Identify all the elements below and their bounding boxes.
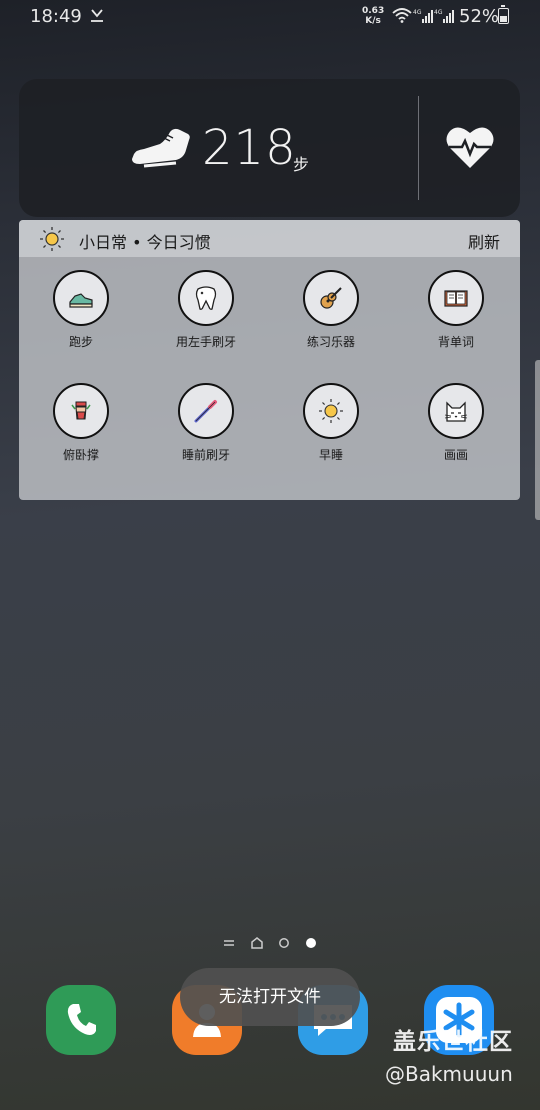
habit-icon-circle	[303, 270, 359, 326]
habit-label: 画画	[443, 448, 468, 462]
watermark-title: 盖乐世社区	[393, 1029, 513, 1055]
status-bar: 18:49 0.63 K/s 4G 4G 52%	[0, 0, 540, 34]
habit-icon-circle	[53, 383, 109, 439]
home-page-icon	[251, 937, 263, 949]
habit-item-left-hand-brush[interactable]: 用左手刷牙	[151, 270, 261, 370]
svg-text:4G: 4G	[434, 9, 443, 16]
habit-icon-circle	[303, 383, 359, 439]
battery-percent: 52%	[459, 6, 500, 27]
signal-icon-2: 4G	[434, 9, 454, 23]
step-unit: 步	[293, 155, 310, 174]
wifi-icon	[392, 8, 412, 23]
signal-icon: 4G	[413, 9, 433, 23]
habit-item-vocabulary[interactable]: 背单词	[401, 270, 511, 370]
guitar-icon	[320, 287, 342, 309]
habit-item-drawing[interactable]: 画画	[401, 383, 511, 483]
habit-icon-circle	[178, 270, 234, 326]
toothbrush-icon	[194, 400, 217, 423]
shoe-icon	[132, 128, 190, 168]
habit-label: 跑步	[68, 335, 93, 349]
daily-habits-widget: 小日常 • 今日习惯 刷新 跑步 用左手刷牙 练习乐器 背单词 俯卧撑 睡前刷牙…	[19, 220, 520, 500]
sun-icon	[319, 399, 343, 423]
pushup-icon	[71, 401, 91, 420]
sun-icon	[40, 227, 64, 251]
habit-item-running[interactable]: 跑步	[26, 270, 136, 370]
habit-item-bedtime-brush[interactable]: 睡前刷牙	[151, 383, 261, 483]
habit-item-early-sleep[interactable]: 早睡	[276, 383, 386, 483]
habit-icon-circle	[428, 383, 484, 439]
status-time: 18:49	[30, 6, 82, 27]
battery-icon	[498, 5, 509, 24]
habits-title: 小日常 • 今日习惯	[79, 233, 211, 252]
network-speed: 0.63 K/s	[362, 6, 385, 26]
watermark-handle: @Bakmuuun	[385, 1062, 513, 1086]
refresh-button[interactable]: 刷新	[468, 229, 500, 253]
toast-message: 无法打开文件	[180, 968, 360, 1026]
habit-label: 用左手刷牙	[175, 335, 236, 349]
download-complete-icon	[91, 9, 103, 22]
phone-icon	[67, 1004, 96, 1035]
heart-pulse-icon[interactable]	[445, 124, 495, 170]
habit-icon-circle	[428, 270, 484, 326]
habit-label: 练习乐器	[306, 335, 355, 349]
habit-icon-circle	[53, 270, 109, 326]
sneaker-icon	[69, 293, 93, 308]
habit-label: 俯卧撑	[62, 448, 99, 462]
book-icon	[444, 290, 468, 307]
habit-label: 背单词	[437, 335, 474, 349]
svg-text:4G: 4G	[413, 9, 422, 16]
phone-app-icon[interactable]	[46, 985, 116, 1055]
habit-item-instrument[interactable]: 练习乐器	[276, 270, 386, 370]
habit-icon-circle	[178, 383, 234, 439]
habit-label: 睡前刷牙	[181, 448, 230, 462]
habit-item-pushups[interactable]: 俯卧撑	[26, 383, 136, 483]
habit-label: 早睡	[318, 448, 343, 462]
step-count: 218	[202, 120, 297, 176]
menu-page-icon	[224, 940, 234, 946]
widget-divider	[418, 96, 419, 200]
cat-icon	[444, 401, 468, 422]
page-dot-active	[306, 938, 316, 948]
page-indicator[interactable]	[222, 936, 322, 950]
page-dot	[279, 938, 289, 948]
edge-panel-handle[interactable]	[535, 360, 540, 520]
tooth-icon	[195, 286, 217, 310]
